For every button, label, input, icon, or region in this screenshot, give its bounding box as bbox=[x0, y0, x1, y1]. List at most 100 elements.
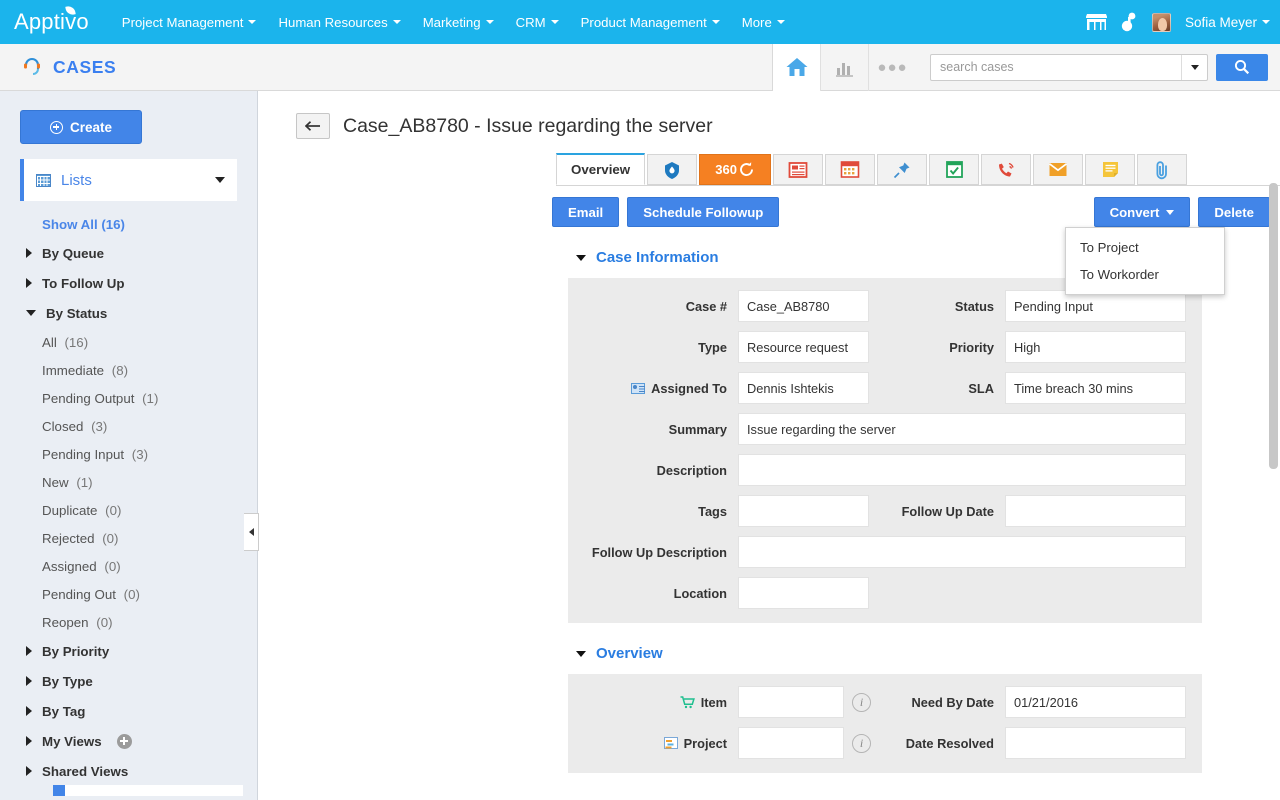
nav-item-crm[interactable]: CRM bbox=[505, 0, 570, 44]
follow-up-date-input[interactable] bbox=[1005, 495, 1186, 527]
sla-input[interactable]: Time breach 30 mins bbox=[1005, 372, 1186, 404]
sidebar-status-new[interactable]: New (1) bbox=[0, 468, 257, 496]
search-dropdown-toggle[interactable] bbox=[1181, 54, 1207, 80]
email-button[interactable]: Email bbox=[552, 197, 620, 227]
sidebar-status-closed[interactable]: Closed (3) bbox=[0, 412, 257, 440]
nav-item-project-management[interactable]: Project Management bbox=[111, 0, 268, 44]
convert-menu-item-to-workorder[interactable]: To Workorder bbox=[1066, 261, 1224, 288]
email-label: Email bbox=[568, 204, 604, 220]
sidebar-node-to-follow-up[interactable]: To Follow Up bbox=[0, 268, 257, 298]
home-icon[interactable] bbox=[772, 43, 820, 91]
main-scrollbar-thumb[interactable] bbox=[1269, 183, 1278, 469]
schedule-followup-label: Schedule Followup bbox=[643, 204, 764, 220]
delete-button[interactable]: Delete bbox=[1198, 197, 1270, 227]
case-title: Case_AB8780 - Issue regarding the server bbox=[343, 114, 713, 137]
field-priority: Priority High bbox=[885, 331, 1202, 363]
tab-tasks[interactable] bbox=[929, 154, 980, 185]
lists-selector[interactable]: Lists bbox=[20, 159, 237, 201]
bar-chart-icon[interactable] bbox=[820, 43, 868, 91]
field-case-number: Case # Case_AB8780 bbox=[568, 290, 885, 322]
app-header-tools: ●●● bbox=[772, 43, 1280, 91]
tab-360-view[interactable]: 360 bbox=[699, 154, 772, 185]
apptivo-logo[interactable]: Apptivo bbox=[12, 5, 89, 35]
need-by-date-input[interactable]: 01/21/2016 bbox=[1005, 686, 1186, 718]
sidebar-status-reopen[interactable]: Reopen (0) bbox=[0, 608, 257, 636]
search-input[interactable] bbox=[931, 60, 1181, 74]
overview-form: Item i Need By Date 01/21/2016 Project i… bbox=[568, 674, 1202, 773]
connections-icon[interactable] bbox=[1121, 12, 1138, 32]
tab-calls[interactable] bbox=[981, 154, 1032, 185]
nav-item-more[interactable]: More bbox=[731, 0, 796, 44]
avatar[interactable] bbox=[1151, 12, 1171, 32]
paperclip-icon bbox=[1156, 160, 1168, 179]
date-resolved-input[interactable] bbox=[1005, 727, 1186, 759]
item-input[interactable] bbox=[738, 686, 844, 718]
sidebar-status-rejected[interactable]: Rejected (0) bbox=[0, 524, 257, 552]
tab-attachments[interactable] bbox=[1137, 154, 1188, 185]
add-view-icon[interactable] bbox=[116, 733, 132, 749]
ellipsis-icon[interactable]: ●●● bbox=[868, 43, 916, 91]
sidebar-status-duplicate[interactable]: Duplicate (0) bbox=[0, 496, 257, 524]
tags-input[interactable] bbox=[738, 495, 869, 527]
search-button[interactable] bbox=[1216, 53, 1268, 81]
nav-item-product-management[interactable]: Product Management bbox=[570, 0, 731, 44]
priority-input[interactable]: High bbox=[1005, 331, 1186, 363]
sidebar-collapse-handle[interactable] bbox=[244, 513, 259, 551]
sidebar-node-by-status[interactable]: By Status bbox=[0, 298, 257, 328]
tab-calendar[interactable] bbox=[825, 154, 876, 185]
type-input[interactable]: Resource request bbox=[738, 331, 869, 363]
sidebar-node-by-queue[interactable]: By Queue bbox=[0, 238, 257, 268]
nav-label: More bbox=[741, 14, 772, 30]
tab-emails[interactable] bbox=[1033, 154, 1084, 185]
tab-pin[interactable] bbox=[877, 154, 928, 185]
store-icon[interactable] bbox=[1085, 13, 1107, 31]
nav-item-marketing[interactable]: Marketing bbox=[412, 0, 505, 44]
description-input[interactable] bbox=[738, 454, 1186, 486]
show-all-link[interactable]: Show All (16) bbox=[0, 201, 257, 232]
chevron-right-icon bbox=[26, 646, 32, 656]
field-item: Item i bbox=[568, 686, 885, 718]
sidebar-status-pending-out[interactable]: Pending Out (0) bbox=[0, 580, 257, 608]
convert-menu-item-to-project[interactable]: To Project bbox=[1066, 234, 1224, 261]
tab-notes[interactable] bbox=[1085, 154, 1136, 185]
summary-input[interactable]: Issue regarding the server bbox=[738, 413, 1186, 445]
assigned-to-input[interactable]: Dennis Ishtekis bbox=[738, 372, 869, 404]
sidebar-status-assigned[interactable]: Assigned (0) bbox=[0, 552, 257, 580]
back-button[interactable] bbox=[296, 113, 330, 139]
tab-overview[interactable]: Overview bbox=[556, 153, 646, 185]
sidebar-status-pending-input[interactable]: Pending Input (3) bbox=[0, 440, 257, 468]
schedule-followup-button[interactable]: Schedule Followup bbox=[627, 197, 780, 227]
status-label: New bbox=[42, 474, 69, 490]
sidebar-node-shared-views[interactable]: Shared Views bbox=[0, 756, 257, 786]
project-info-icon[interactable]: i bbox=[852, 733, 871, 753]
chevron-right-icon bbox=[26, 706, 32, 716]
item-info-icon[interactable]: i bbox=[852, 692, 871, 712]
chevron-down-icon bbox=[776, 20, 785, 24]
sidebar-status-pending-output[interactable]: Pending Output (1) bbox=[0, 384, 257, 412]
scrollbar-thumb[interactable] bbox=[53, 785, 65, 796]
overview-header[interactable]: Overview bbox=[568, 623, 1202, 674]
user-menu[interactable]: Sofia Meyer bbox=[1185, 15, 1270, 30]
chevron-down-icon bbox=[550, 20, 559, 24]
project-input[interactable] bbox=[738, 727, 844, 759]
sidebar-status-immediate[interactable]: Immediate (8) bbox=[0, 356, 257, 384]
sidebar-node-my-views[interactable]: My Views bbox=[0, 726, 257, 756]
sidebar-node-by-tag[interactable]: By Tag bbox=[0, 696, 257, 726]
location-input[interactable] bbox=[738, 577, 869, 609]
tab-news[interactable] bbox=[773, 154, 824, 185]
case-number-input[interactable]: Case_AB8780 bbox=[738, 290, 869, 322]
follow-up-description-input[interactable] bbox=[738, 536, 1186, 568]
sidebar-status-all[interactable]: All (16) bbox=[0, 328, 257, 356]
sidebar-node-by-priority[interactable]: By Priority bbox=[0, 636, 257, 666]
app-title-group: CASES bbox=[0, 53, 772, 82]
chevron-down-icon bbox=[392, 20, 401, 24]
convert-button[interactable]: Convert bbox=[1093, 197, 1191, 227]
sidebar-node-by-type[interactable]: By Type bbox=[0, 666, 257, 696]
tab-drop-shield[interactable] bbox=[647, 154, 698, 185]
create-button[interactable]: Create bbox=[20, 110, 142, 144]
search-box[interactable] bbox=[930, 53, 1208, 81]
case-header: Case_AB8780 - Issue regarding the server bbox=[258, 91, 1280, 139]
nav-item-human-resources[interactable]: Human Resources bbox=[267, 0, 411, 44]
sidebar-horizontal-scrollbar[interactable] bbox=[53, 785, 243, 796]
status-label: Duplicate bbox=[42, 502, 98, 518]
